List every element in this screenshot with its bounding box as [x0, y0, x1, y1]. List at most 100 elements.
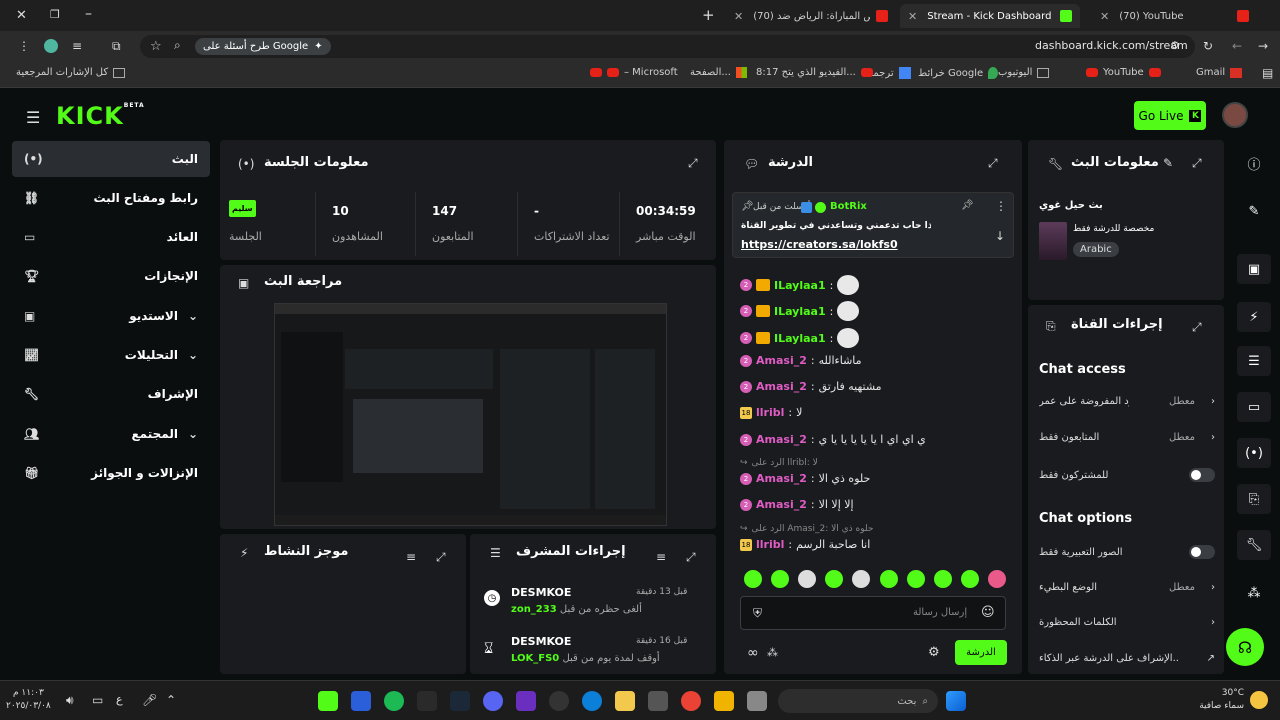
subscribers-only-toggle[interactable] — [1189, 468, 1215, 482]
bookmark-youtube-ar[interactable]: اليوتيوب — [998, 67, 1050, 78]
hamburger-menu-icon[interactable]: ☰ — [26, 108, 40, 127]
edge-icon[interactable] — [582, 691, 602, 711]
filter-icon[interactable]: ≡ — [656, 550, 666, 564]
ai-moderation-option[interactable]: الإشراف على الدرشة عبر الذكاء... ↗ — [1039, 653, 1215, 664]
stream-category[interactable]: مخصصة للدرشة فقط — [1073, 224, 1154, 234]
sidebar-item-stream-key[interactable]: ⛓ رابط ومفتاح البث — [12, 180, 210, 216]
site-settings-icon[interactable]: ⚙ — [1170, 39, 1180, 52]
bookmark-page[interactable]: الصفحة... — [690, 67, 747, 78]
downloads-icon[interactable]: ≡ — [72, 39, 82, 53]
sidebar-item-revenue[interactable]: ▭ العائد — [12, 219, 210, 255]
emote-icon[interactable] — [798, 570, 817, 588]
emote-icon[interactable] — [960, 570, 979, 588]
mod-action-by[interactable]: zon_233 — [511, 604, 557, 615]
slow-mode-option[interactable]: الوضع البطيء معطل › — [1039, 582, 1215, 593]
lens-search-icon[interactable]: ⌕ — [174, 38, 181, 53]
stream-video-preview[interactable] — [274, 303, 667, 526]
popout-icon[interactable]: ⤢ — [688, 156, 698, 171]
address-bar[interactable]: ☆ ⌕ طرح أسئلة على Google ✦ dashboard.kic… — [140, 35, 1195, 58]
bookmark-microsoft[interactable]: – Microsoft — [590, 67, 678, 78]
reload-icon[interactable]: ↻ — [1203, 39, 1213, 53]
emote-icon[interactable] — [906, 570, 925, 588]
popout-icon[interactable]: ⤢ — [686, 550, 696, 565]
broadcast-icon[interactable]: (•) — [1237, 438, 1271, 468]
community-dots-icon[interactable]: ⁂ — [767, 646, 778, 659]
list-icon[interactable]: ☰ — [1237, 346, 1271, 376]
microphone-icon[interactable]: 🎤︎ — [142, 693, 157, 707]
bookmark-star-icon[interactable]: ☆ — [150, 39, 162, 54]
emoji-picker-icon[interactable]: ☺ — [981, 605, 995, 620]
edit-pencil-icon[interactable]: ✎ — [1163, 156, 1173, 170]
emote-icon[interactable] — [987, 570, 1006, 588]
community-dots-icon[interactable]: ⁂ — [1237, 578, 1271, 608]
emote-icon[interactable] — [744, 570, 762, 588]
tray-chevron-icon[interactable]: ⌃ — [166, 693, 176, 707]
popout-icon[interactable]: ⤢ — [988, 156, 998, 171]
kick-logo[interactable]: KICKBETA — [56, 102, 145, 130]
app-icon[interactable] — [648, 691, 668, 711]
minimize-window-icon[interactable]: – — [85, 6, 92, 22]
spotify-icon[interactable] — [384, 691, 404, 711]
sidebar-item-moderation[interactable]: 🔧︎ الإشراف — [12, 376, 210, 412]
chat-bubble-icon[interactable]: ▭ — [1237, 392, 1271, 422]
terminal-icon[interactable] — [417, 691, 437, 711]
chat-username[interactable]: Amasi_2 — [756, 354, 807, 367]
sidebar-item-studio[interactable]: ▣ الاستديو ⌄ — [12, 298, 210, 334]
extension-icon[interactable] — [44, 39, 58, 53]
language-indicator[interactable]: ع — [116, 693, 123, 706]
chat-send-button[interactable]: الدرشة — [955, 640, 1007, 665]
close-tab-icon[interactable]: ✕ — [734, 10, 743, 23]
infinity-icon[interactable]: ∞ — [747, 645, 759, 661]
chat-username[interactable]: ILaylaa1 — [774, 332, 826, 345]
popout-icon[interactable]: ⤢ — [1192, 156, 1202, 171]
taskbar-search[interactable]: بحث ⌕ — [778, 689, 938, 713]
emote-icon[interactable] — [933, 570, 952, 588]
sidebar-item-analytics[interactable]: 📈︎ التحليلات ⌄ — [12, 337, 210, 373]
sidebar-item-achievements[interactable]: 🏆︎ الإنجازات — [12, 258, 210, 294]
emote-icon[interactable] — [852, 570, 871, 588]
windows-start-icon[interactable] — [946, 691, 966, 711]
tab-kick-dashboard[interactable]: ✕ Stream - Kick Dashboard — [900, 4, 1080, 28]
chat-input[interactable]: ⛨ إرسال رسالة ☺ — [740, 596, 1006, 630]
extensions-icon[interactable]: ⧉ — [112, 39, 121, 54]
chat-username[interactable]: ILaylaa1 — [774, 305, 826, 318]
discord-icon[interactable] — [483, 691, 503, 711]
popout-icon[interactable]: ⤢ — [1192, 320, 1202, 335]
followers-only-option[interactable]: المتابعون فقط معطل › — [1039, 432, 1215, 443]
bookmarks-overflow-icon[interactable]: ▤ — [1262, 66, 1273, 80]
steam-icon[interactable] — [450, 691, 470, 711]
file-explorer-icon[interactable] — [714, 691, 734, 711]
emote-icon[interactable] — [771, 570, 790, 588]
chat-settings-icon[interactable]: ⚙ — [928, 645, 940, 660]
pinned-user[interactable]: BotRix — [830, 201, 867, 212]
back-icon[interactable]: → — [1258, 39, 1268, 53]
forward-icon[interactable]: ← — [1232, 39, 1242, 53]
weather-widget[interactable]: 30°C سماء صافية — [1194, 687, 1244, 713]
close-window-icon[interactable]: ✕ — [16, 8, 27, 23]
chrome-icon[interactable] — [681, 691, 701, 711]
sidebar-item-drops[interactable]: 🎁︎ الإنزالات و الجوائز — [12, 455, 210, 491]
close-tab-icon[interactable]: ✕ — [908, 10, 917, 23]
menu-dots-icon[interactable]: ⋮ — [18, 39, 30, 53]
tab-youtube[interactable]: ✕ (70) YouTube — [1092, 4, 1257, 28]
restore-window-icon[interactable]: ❐ — [50, 8, 60, 21]
chat-username[interactable]: Amasi_2 — [756, 498, 807, 511]
obs-icon[interactable] — [549, 691, 569, 711]
lightning-icon[interactable]: ⚡︎ — [1237, 302, 1271, 332]
pinned-link[interactable]: https://creators.sa/lokfs0 — [741, 238, 898, 251]
sidebar-item-community[interactable]: 👥︎ المجتمع ⌄ — [12, 416, 210, 452]
avatar[interactable] — [1222, 102, 1248, 128]
google-prompt-chip[interactable]: طرح أسئلة على Google ✦ — [195, 38, 331, 55]
go-live-button[interactable]: Go Live K — [1134, 101, 1206, 130]
filter-icon[interactable]: ≡ — [406, 550, 416, 564]
edit-pencil-icon[interactable]: ✎ — [1237, 196, 1271, 226]
expand-down-icon[interactable]: ↓ — [995, 229, 1005, 243]
tab-match-summary[interactable]: ✕ (70) ملخص المباراة: الرياض ضد — [726, 4, 896, 28]
preview-icon[interactable]: ▣ — [1237, 254, 1271, 284]
more-options-icon[interactable]: ⋮ — [995, 199, 1007, 213]
wrench-icon[interactable]: 🔧︎ — [1237, 530, 1271, 560]
banned-words-option[interactable]: الكلمات المحظورة › — [1039, 617, 1215, 628]
unpin-icon[interactable]: 📌︎ — [961, 200, 974, 211]
age-restriction-option[interactable]: القيود المفروضة على عمر... معطل › — [1039, 396, 1215, 407]
clock[interactable]: ١١:٠٣ م ٢٠٢٥/٠٣/٠٨ — [6, 687, 51, 713]
